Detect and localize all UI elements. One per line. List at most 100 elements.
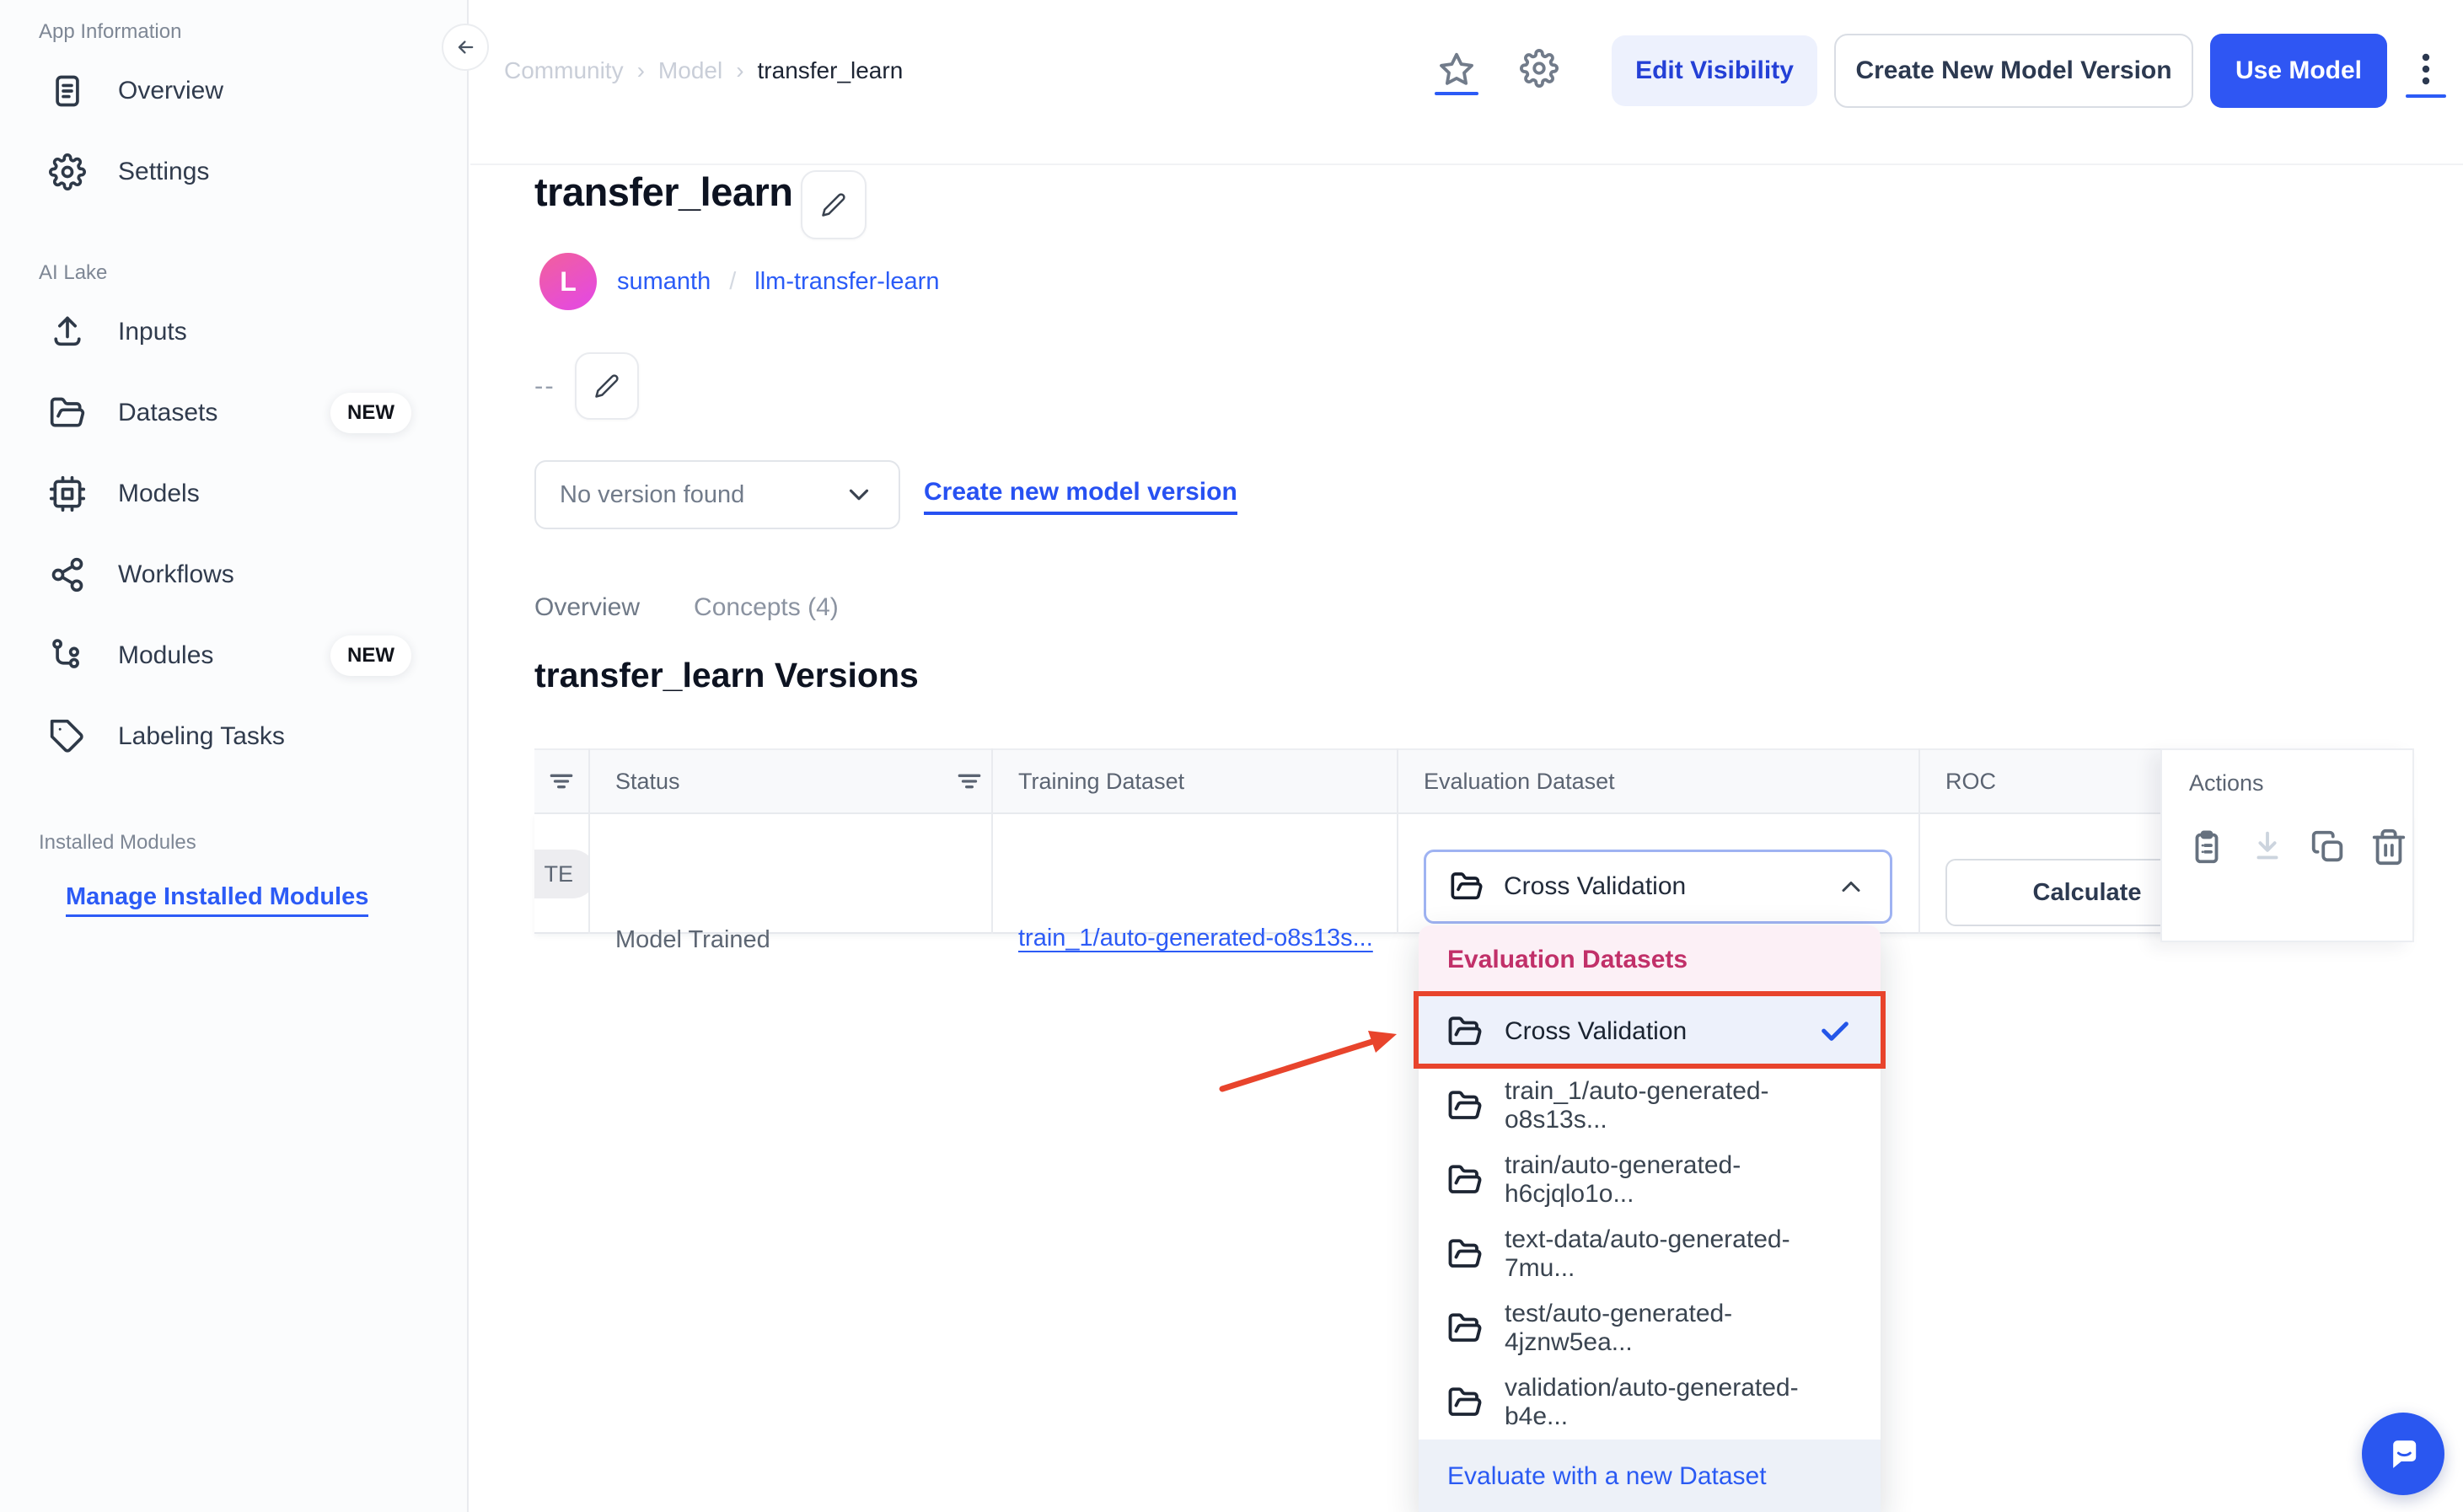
column-header-roc: ROC [1945,748,1996,814]
topbar-divider [470,164,2463,165]
manage-installed-modules-link[interactable]: Manage Installed Modules [66,883,368,917]
arrow-left-icon [453,35,477,59]
sidebar-item-labeling-tasks[interactable]: Labeling Tasks [0,696,467,777]
sidebar-item-label: Inputs [118,318,187,346]
breadcrumb-separator: › [736,57,743,84]
collapse-sidebar-button[interactable] [442,24,489,71]
chat-launcher-button[interactable] [2362,1413,2444,1495]
training-dataset-link[interactable]: train_1/auto-generated-o8s13s... [1018,925,1373,952]
evaluation-dataset-dropdown: Evaluation Datasets Cross Validation tra… [1419,925,1881,1512]
folder-open-icon [1450,870,1484,903]
settings-button[interactable] [1520,49,1559,90]
edit-description-button[interactable] [575,352,639,420]
dropdown-item-cross-validation[interactable]: Cross Validation [1419,995,1881,1069]
breadcrumb-current: transfer_learn [758,57,904,84]
clipboard-icon[interactable] [2187,828,2226,866]
folder-open-icon [1447,1088,1483,1123]
row-actions [2187,828,2408,866]
kebab-menu-button[interactable] [2406,49,2446,92]
sidebar-item-inputs[interactable]: Inputs [0,292,467,373]
dropdown-item[interactable]: test/auto-generated-4jznw5ea... [1419,1291,1881,1365]
column-divider [1397,748,1398,934]
annotation-arrow [1201,1011,1420,1104]
document-icon [49,72,86,110]
sidebar-item-label: Overview [118,77,223,105]
column-divider [991,748,993,934]
breadcrumb-community[interactable]: Community [504,57,624,84]
edit-pencil-icon [821,192,846,217]
kebab-underline [2406,94,2446,98]
sidebar: App Information Overview Settings AI Lak… [0,0,469,1512]
description-placeholder: -- [534,371,555,401]
tab-overview[interactable]: Overview [534,593,640,622]
dropdown-item-label: train/auto-generated-h6cjqlo1o... [1505,1151,1852,1209]
upload-icon [49,314,86,351]
version-select-value: No version found [560,481,744,509]
dropdown-item[interactable]: text-data/auto-generated-7mu... [1419,1217,1881,1291]
dropdown-item[interactable]: train_1/auto-generated-o8s13s... [1419,1069,1881,1143]
download-icon[interactable] [2248,828,2287,866]
folder-open-icon [1447,1385,1483,1420]
filter-icon[interactable] [952,764,986,798]
edit-visibility-button[interactable]: Edit Visibility [1612,35,1817,106]
star-icon [1437,50,1476,88]
sidebar-item-overview[interactable]: Overview [0,51,467,131]
sidebar-section-ai-lake: AI Lake [0,255,467,292]
evaluation-dataset-select[interactable]: Cross Validation [1424,850,1892,924]
share-icon [49,556,86,593]
dropdown-item[interactable]: train/auto-generated-h6cjqlo1o... [1419,1143,1881,1217]
dropdown-item-label: text-data/auto-generated-7mu... [1505,1225,1852,1283]
kebab-menu-icon [2406,49,2446,89]
sidebar-section-app-information: App Information [0,13,467,51]
chevron-down-icon [843,479,875,511]
gear-icon [1520,49,1559,88]
star-button[interactable] [1437,50,1476,91]
column-divider [1918,748,1920,934]
dropdown-item-label: validation/auto-generated-b4e... [1505,1374,1852,1431]
sidebar-item-label: Models [118,480,200,508]
delete-icon[interactable] [2369,828,2408,866]
breadcrumb-model[interactable]: Model [658,57,722,84]
folder-open-icon [1447,1236,1483,1272]
new-badge: NEW [330,635,411,676]
folder-open-icon [1447,1014,1483,1049]
evaluate-new-dataset-action[interactable]: Evaluate with a new Dataset [1419,1440,1881,1512]
owner-row: sumanth / llm-transfer-learn [617,268,939,296]
column-header-actions: Actions [2189,770,2264,796]
sidebar-item-label: Workflows [118,560,234,589]
copy-icon[interactable] [2309,828,2348,866]
edit-title-button[interactable] [801,170,867,239]
sidebar-item-label: Modules [118,641,213,670]
filter-icon[interactable] [545,764,578,798]
column-header-training-dataset: Training Dataset [1018,748,1184,814]
version-select[interactable]: No version found [534,460,900,529]
tabs: Overview Concepts (4) [534,593,839,622]
create-new-model-version-link[interactable]: Create new model version [924,478,1237,515]
sidebar-item-modules[interactable]: Modules NEW [0,615,467,696]
app-id-link[interactable]: llm-transfer-learn [754,268,939,296]
dropdown-header: Evaluation Datasets [1419,925,1881,995]
owner-link[interactable]: sumanth [617,268,711,296]
folder-open-icon [49,394,86,432]
use-model-button[interactable]: Use Model [2210,34,2387,108]
tab-concepts[interactable]: Concepts (4) [694,593,839,622]
model-page: App Information Overview Settings AI Lak… [0,0,2463,1512]
edit-pencil-icon [594,373,620,399]
column-header-evaluation-dataset: Evaluation Dataset [1424,748,1615,814]
sidebar-item-label: Settings [118,158,209,186]
owner-separator: / [729,268,736,296]
sidebar-item-models[interactable]: Models [0,453,467,534]
dropdown-item[interactable]: validation/auto-generated-b4e... [1419,1365,1881,1440]
breadcrumb-separator: › [637,57,645,84]
star-underline [1435,92,1478,95]
sidebar-item-settings[interactable]: Settings [0,131,467,212]
sidebar-item-datasets[interactable]: Datasets NEW [0,373,467,453]
chat-icon [2380,1431,2426,1477]
sidebar-item-workflows[interactable]: Workflows [0,534,467,615]
folder-open-icon [1447,1162,1483,1198]
new-badge: NEW [330,393,411,433]
chip-icon [49,475,86,512]
check-icon [1818,1015,1852,1048]
create-new-model-version-button[interactable]: Create New Model Version [1834,34,2193,108]
chevron-up-icon [1836,871,1866,902]
